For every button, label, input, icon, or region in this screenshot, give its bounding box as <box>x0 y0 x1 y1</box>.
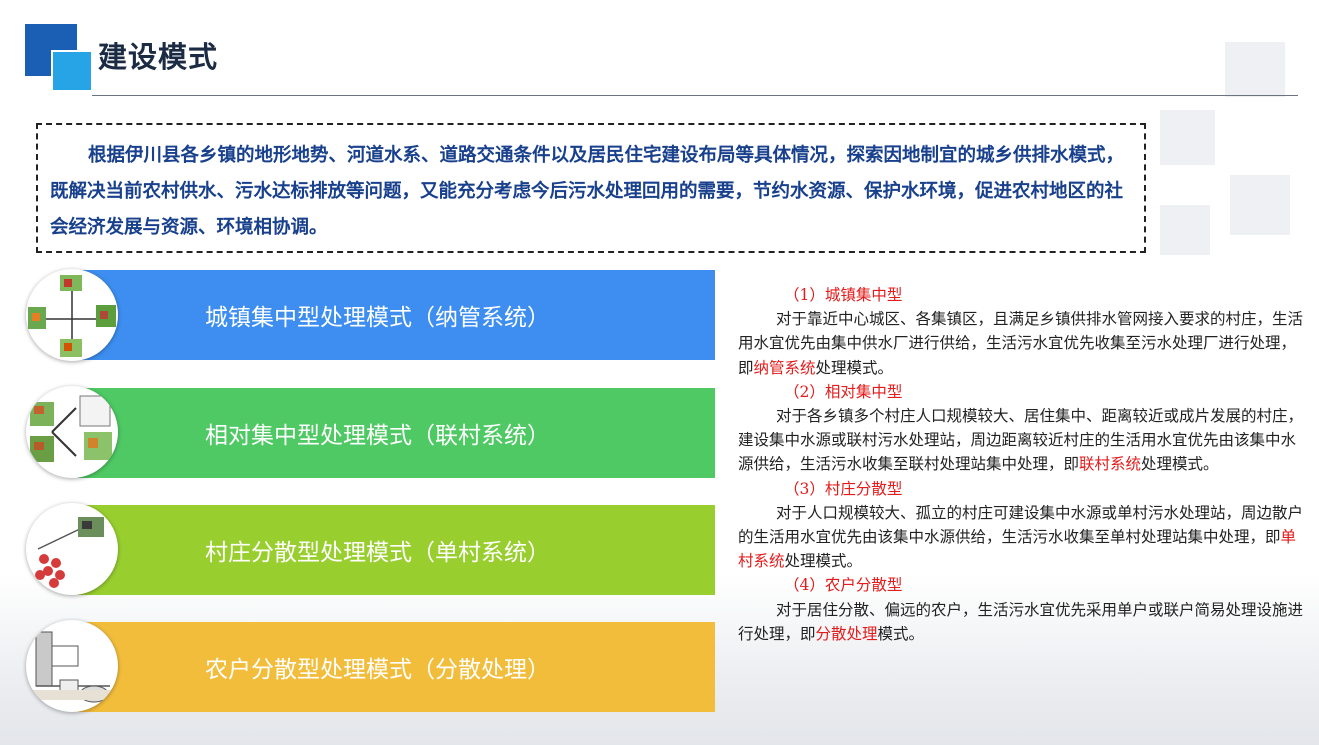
mode-band-household-dispersed: 农户分散型处理模式（分散处理） <box>78 622 715 712</box>
mode-descriptions: （1）城镇集中型 对于靠近中心城区、各集镇区，且满足乡镇供排水管网接入要求的村庄… <box>738 283 1304 646</box>
intro-box: 根据伊川县各乡镇的地形地势、河道水系、道路交通条件以及居民住宅建设布局等具体情况… <box>36 123 1146 253</box>
highlight-term: 联村系统 <box>1079 455 1142 474</box>
highlight-term: 分散处理 <box>815 624 878 643</box>
mode-label: 相对集中型处理模式（联村系统） <box>205 423 550 449</box>
logo-square-light <box>51 50 93 92</box>
intro-text: 根据伊川县各乡镇的地形地势、河道水系、道路交通条件以及居民住宅建设布局等具体情况… <box>50 145 1125 238</box>
mode-band-urban-centralized: 城镇集中型处理模式（纳管系统） <box>78 270 715 360</box>
mode-label: 村庄分散型处理模式（单村系统） <box>205 540 550 566</box>
mode-band-village-dispersed: 村庄分散型处理模式（单村系统） <box>78 505 715 595</box>
background-tile <box>1230 175 1290 235</box>
detail-heading: （1）城镇集中型 <box>784 286 903 304</box>
page-title: 建设模式 <box>98 40 219 74</box>
mode-label: 农户分散型处理模式（分散处理） <box>205 657 550 683</box>
mode-label: 城镇集中型处理模式（纳管系统） <box>205 305 550 331</box>
detail-heading: （2）相对集中型 <box>784 382 903 401</box>
detail-body: 对于居住分散、偏远的农户，生活污水宜优先采用单户或联户简易处理设施进行处理，即分… <box>738 600 1304 643</box>
urban-network-diagram-icon <box>26 269 118 361</box>
village-station-diagram-icon <box>26 503 118 595</box>
household-treatment-diagram-icon <box>26 620 118 712</box>
mode-band-relatively-centralized: 相对集中型处理模式（联村系统） <box>78 388 715 478</box>
detail-body: 对于靠近中心城区、各集镇区，且满足乡镇供排水管网接入要求的村庄，生活用水宜优先由… <box>738 310 1304 377</box>
detail-body: 对于各乡镇多个村庄人口规模较大、居住集中、距离较近或成片发展的村庄，建设集中水源… <box>738 407 1304 474</box>
detail-heading: （4）农户分散型 <box>784 576 903 595</box>
village-cluster-diagram-icon <box>26 386 118 478</box>
background-tile <box>1160 110 1215 165</box>
background-tile <box>1160 205 1210 255</box>
highlight-term: 纳管系统 <box>753 358 816 377</box>
detail-body: 对于人口规模较大、孤立的村庄可建设集中水源或单村污水处理站，周边散户的生活用水宜… <box>738 503 1304 571</box>
detail-heading: （3）村庄分散型 <box>784 479 903 498</box>
background-tile <box>1225 42 1285 97</box>
title-divider <box>92 95 1298 96</box>
